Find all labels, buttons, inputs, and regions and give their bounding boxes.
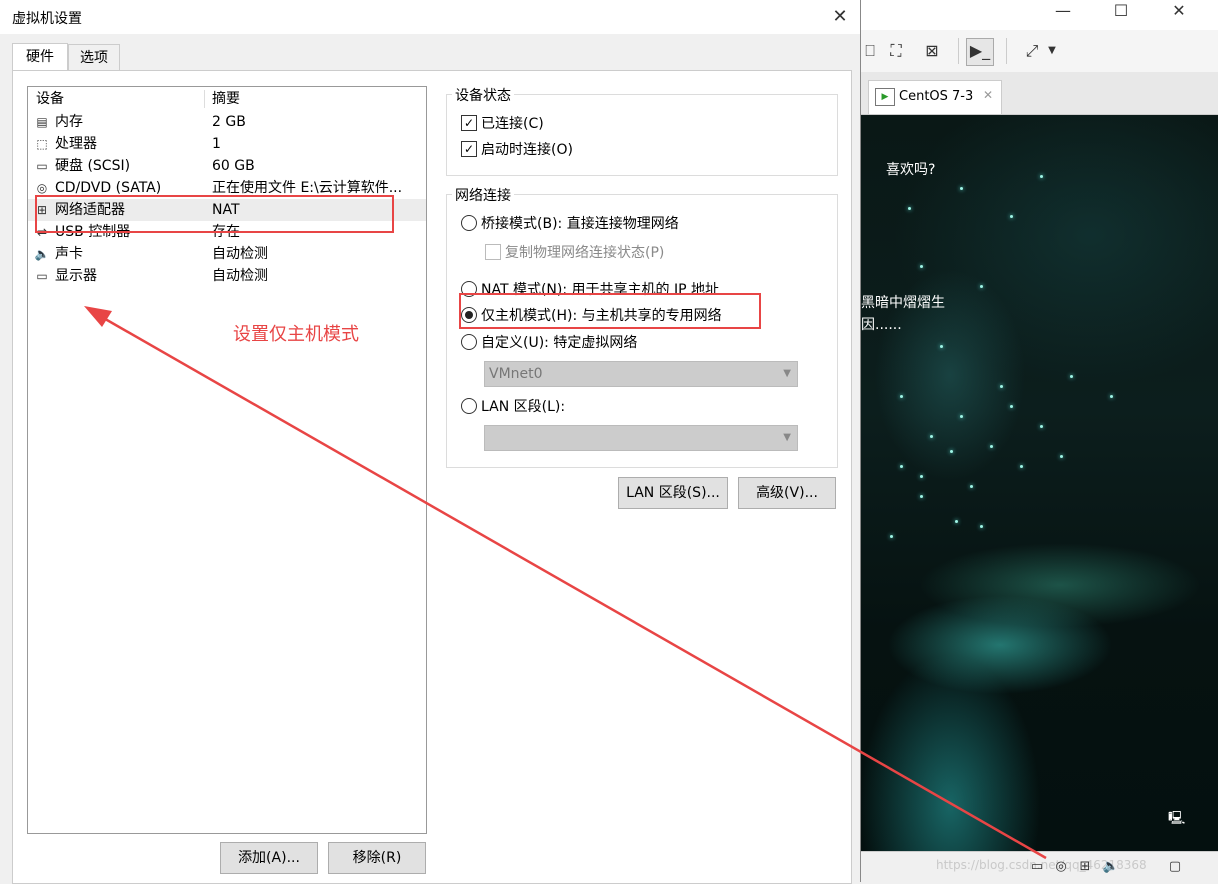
arrow-head xyxy=(84,306,112,327)
annotation-arrow xyxy=(84,306,1047,860)
arrow-line xyxy=(99,314,1047,860)
